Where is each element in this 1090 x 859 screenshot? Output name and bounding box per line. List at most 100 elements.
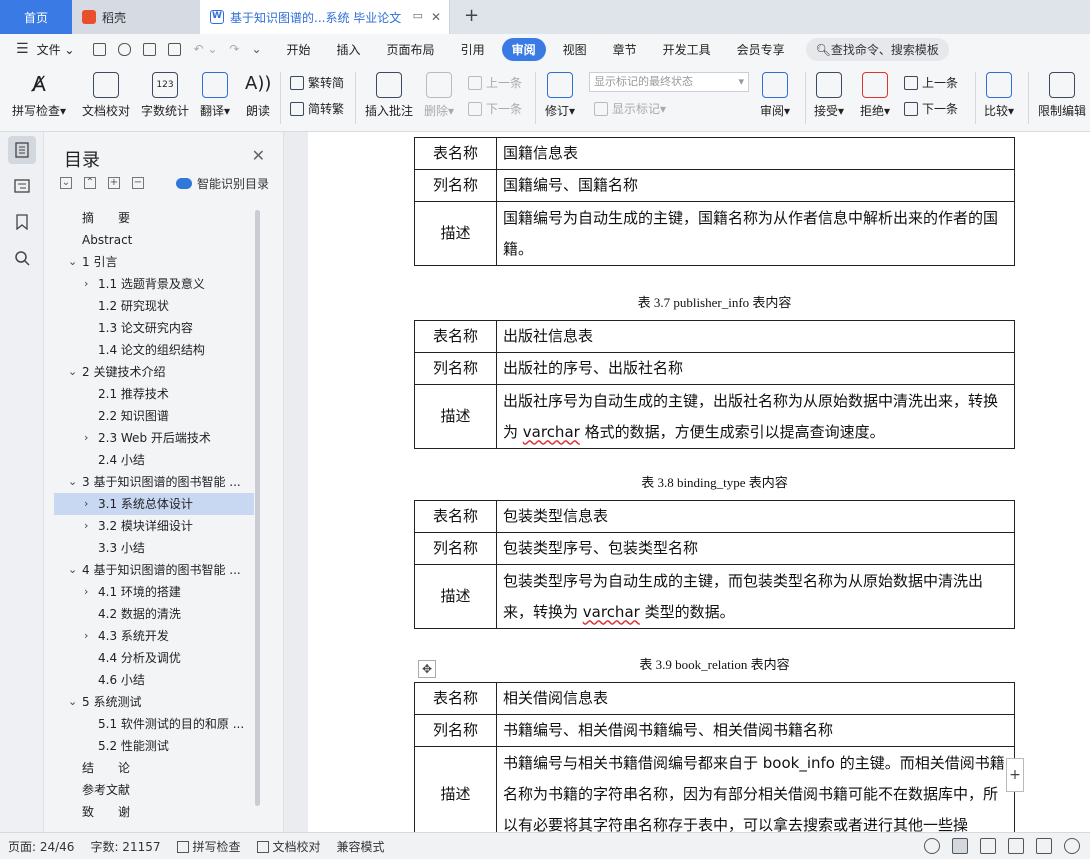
toc-item[interactable]: 5.1 软件测试的目的和原 ... (54, 713, 254, 735)
status-doc-proofread[interactable]: 文档校对 (249, 838, 329, 855)
read-aloud-button[interactable]: A)) 朗读 (245, 68, 271, 119)
undo-icon[interactable]: ↶ ⌄ (193, 42, 217, 56)
ribbon-tab[interactable]: 会员专享 (724, 41, 798, 58)
toc-item[interactable]: › 3.2 模块详细设计 (54, 515, 254, 537)
chevron-down-icon[interactable]: ⌄ (68, 691, 77, 713)
toc-item[interactable]: 2.2 知识图谱 (54, 405, 254, 427)
compare-button[interactable]: 比较▾ (984, 68, 1014, 119)
outline-view-icon[interactable] (980, 838, 996, 854)
save-icon[interactable] (93, 42, 107, 56)
spell-flagged-word[interactable]: varchar (523, 423, 580, 441)
bookmark-icon[interactable] (8, 208, 36, 236)
hamburger-icon[interactable]: ☰ (0, 41, 35, 57)
toc-item[interactable]: Abstract (54, 229, 254, 251)
print-preview-icon[interactable] (168, 42, 182, 56)
export-icon[interactable] (118, 42, 132, 56)
smart-toc-button[interactable]: 智能识别目录 (176, 175, 269, 192)
toc-item[interactable]: 1.4 论文的组织结构 (54, 339, 254, 361)
toc-item[interactable]: ⌄ 5 系统测试 (54, 691, 254, 713)
toc-item[interactable]: 3.3 小结 (54, 537, 254, 559)
prev-change-button[interactable]: 上一条 (904, 74, 958, 91)
reject-button[interactable]: 拒绝▾ (860, 68, 890, 119)
eye-protection-icon[interactable] (924, 838, 940, 854)
toc-item[interactable]: ⌄ 4 基于知识图谱的图书智能 ... (54, 559, 254, 581)
spell-flagged-word[interactable]: varchar (583, 603, 640, 621)
toc-item[interactable]: › 3.1 系统总体设计 (54, 493, 254, 515)
tab-docer[interactable]: 稻壳 (72, 0, 200, 34)
toc-panel-icon[interactable] (8, 136, 36, 164)
toc-item[interactable]: ⌄ 2 关键技术介绍 (54, 361, 254, 383)
tab-document[interactable]: W 基于知识图谱的...系统 毕业论文 ▭ ✕ (200, 0, 450, 34)
web-view-icon[interactable] (1064, 838, 1080, 854)
add-heading-icon[interactable]: + (108, 177, 120, 189)
toc-item[interactable]: 致 谢 (54, 801, 254, 823)
delete-comment-button[interactable]: 删除▾ (424, 68, 454, 119)
quick-access-dropdown-icon[interactable]: ⌄ (251, 42, 261, 56)
chevron-right-icon[interactable]: › (84, 581, 88, 603)
chevron-right-icon[interactable]: › (84, 625, 88, 647)
toc-item[interactable]: 4.6 小结 (54, 669, 254, 691)
toc-item[interactable]: 2.1 推荐技术 (54, 383, 254, 405)
insert-comment-button[interactable]: 插入批注 (365, 68, 413, 119)
write-view-icon[interactable] (1036, 838, 1052, 854)
translate-button[interactable]: 翻译▾ (200, 68, 230, 119)
ribbon-tab[interactable]: 开发工具 (650, 41, 724, 58)
reading-view-icon[interactable] (1008, 838, 1024, 854)
toc-item[interactable]: 摘 要 (54, 207, 254, 229)
remove-heading-icon[interactable]: − (132, 177, 144, 189)
expand-up-icon[interactable]: ⌃ (84, 177, 96, 189)
toc-item[interactable]: 1.3 论文研究内容 (54, 317, 254, 339)
chevron-down-icon[interactable]: ⌄ (68, 471, 77, 493)
spell-check-button[interactable]: A̸ 拼写检查▾ (12, 68, 66, 119)
toc-item[interactable]: 结 论 (54, 757, 254, 779)
toc-item[interactable]: › 4.3 系统开发 (54, 625, 254, 647)
toc-item[interactable]: ⌄ 1 引言 (54, 251, 254, 273)
ribbon-tab[interactable]: 章节 (600, 41, 650, 58)
redo-icon[interactable]: ↷ (229, 42, 239, 56)
chevron-right-icon[interactable]: › (84, 515, 88, 537)
toc-item[interactable]: 2.4 小结 (54, 449, 254, 471)
prev-comment-button[interactable]: 上一条 (468, 74, 522, 91)
ribbon-tab[interactable]: 页面布局 (374, 41, 448, 58)
next-change-button[interactable]: 下一条 (904, 100, 958, 117)
chevron-down-icon[interactable]: ⌄ (68, 559, 77, 581)
page-view-icon[interactable] (952, 838, 968, 854)
nav-pane-icon[interactable] (8, 172, 36, 200)
chevron-right-icon[interactable]: › (84, 493, 88, 515)
word-count-indicator[interactable]: 字数: 21157 (82, 838, 168, 855)
trad-to-simp-button[interactable]: 繁转简 (290, 74, 344, 91)
toc-item[interactable]: ⌄ 3 基于知识图谱的图书智能 ... (54, 471, 254, 493)
restrict-editing-button[interactable]: 限制编辑 (1038, 68, 1086, 119)
toc-item[interactable]: 5.2 性能测试 (54, 735, 254, 757)
markup-state-select[interactable]: 显示标记的最终状态 ▾ (589, 72, 749, 92)
tab-close-icon[interactable]: ✕ (431, 10, 441, 24)
tab-pin-icon[interactable]: ▭ (413, 9, 423, 22)
review-pane-button[interactable]: 审阅▾ (760, 68, 790, 119)
track-changes-button[interactable]: 修订▾ (545, 68, 575, 119)
ribbon-tab[interactable]: 审阅 (501, 37, 546, 61)
accept-button[interactable]: 接受▾ (814, 68, 844, 119)
close-icon[interactable]: ✕ (252, 146, 265, 165)
add-row-button[interactable]: + (1006, 758, 1024, 792)
page-indicator[interactable]: 页面: 24/46 (0, 838, 82, 855)
word-count-button[interactable]: 123 字数统计 (141, 68, 189, 119)
document-page[interactable]: 表名称 国籍信息表 列名称 国籍编号、国籍名称 描述 国籍编号为自动生成的主键，国籍名… (308, 132, 1090, 832)
chevron-right-icon[interactable]: › (84, 273, 88, 295)
toc-item[interactable]: › 1.1 选题背景及意义 (54, 273, 254, 295)
file-menu[interactable]: 文件 ⌄ (35, 41, 88, 58)
toc-item[interactable]: 4.4 分析及调优 (54, 647, 254, 669)
tab-home[interactable]: 首页 (0, 0, 72, 34)
ribbon-tab[interactable]: 引用 (448, 41, 498, 58)
chevron-right-icon[interactable]: › (84, 427, 88, 449)
chevron-down-icon[interactable]: ⌄ (68, 251, 77, 273)
collapse-all-icon[interactable]: ⌄ (60, 177, 72, 189)
find-icon[interactable] (8, 244, 36, 272)
command-search[interactable]: 🔍︎查找命令、搜索模板 (805, 37, 949, 61)
toc-item[interactable]: › 2.3 Web 开后端技术 (54, 427, 254, 449)
simp-to-trad-button[interactable]: 简转繁 (290, 100, 344, 117)
print-icon[interactable] (143, 42, 157, 56)
next-comment-button[interactable]: 下一条 (468, 100, 522, 117)
toc-item[interactable]: › 4.1 环境的搭建 (54, 581, 254, 603)
toc-scrollbar[interactable] (255, 210, 260, 806)
show-markup-button[interactable]: 显示标记 ▾ (594, 100, 666, 117)
